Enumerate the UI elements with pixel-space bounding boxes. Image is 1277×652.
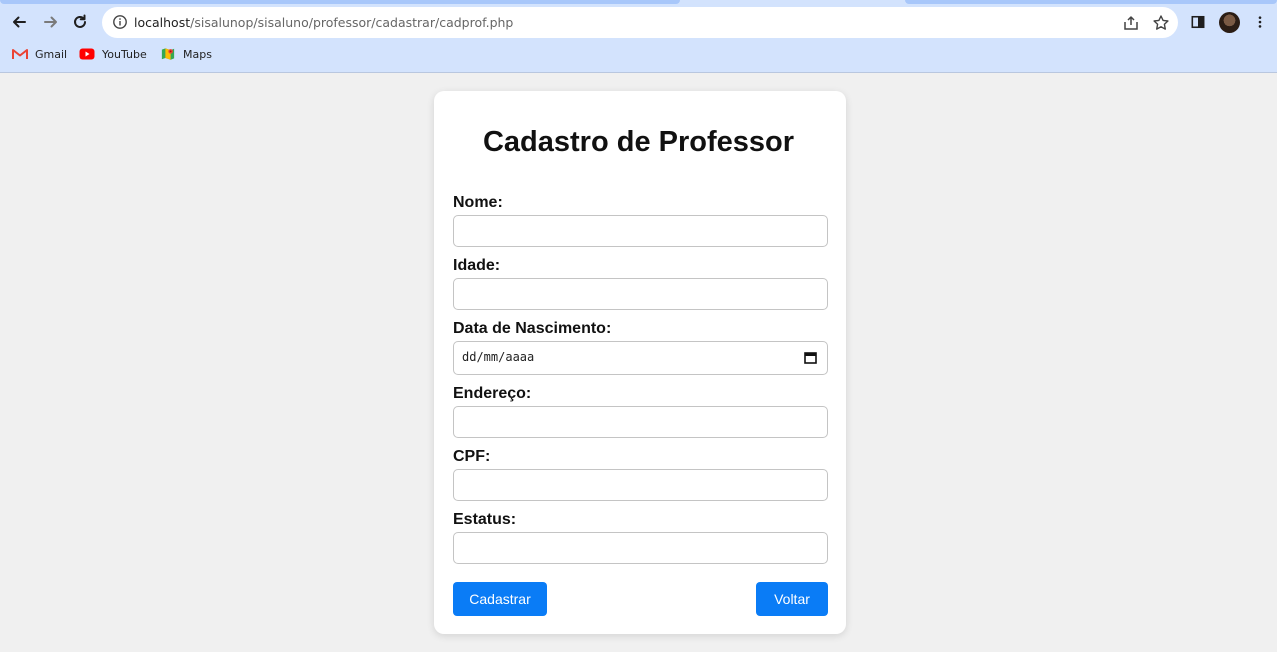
avatar: [1218, 11, 1240, 33]
bookmark-youtube[interactable]: YouTube: [79, 47, 147, 61]
calendar-icon[interactable]: [804, 351, 817, 364]
maps-icon: [161, 48, 175, 60]
endereco-input[interactable]: [453, 406, 828, 438]
bookmark-maps[interactable]: Maps: [160, 47, 212, 61]
estatus-input[interactable]: [453, 532, 828, 564]
nome-label: Nome:: [453, 194, 503, 211]
gmail-icon: [12, 49, 28, 59]
idade-label: Idade:: [453, 257, 501, 274]
estatus-label: Estatus:: [453, 511, 517, 528]
data-nascimento-input[interactable]: dd/mm/aaaa: [453, 341, 828, 375]
voltar-button[interactable]: Voltar: [756, 582, 828, 616]
tab-strip-edge: [905, 0, 1277, 4]
browser-toolbar: localhost/sisalunop/sisaluno/professor/c…: [0, 0, 1277, 73]
forward-button[interactable]: [40, 11, 62, 33]
arrow-left-icon: [13, 16, 26, 28]
bookmark-label: YouTube: [102, 47, 147, 61]
date-placeholder: dd/mm/aaaa: [462, 350, 535, 364]
menu-button[interactable]: [1249, 11, 1271, 33]
bookmark-label: Maps: [183, 47, 212, 61]
reload-icon: [74, 14, 86, 28]
reload-button[interactable]: [69, 11, 91, 33]
side-panel-icon: [1191, 15, 1205, 29]
bookmark-label: Gmail: [35, 47, 68, 61]
page-title: Cadastro de Professor: [482, 126, 795, 158]
nome-input[interactable]: [453, 215, 828, 247]
endereco-label: Endereço:: [453, 385, 532, 402]
back-button[interactable]: [8, 11, 30, 33]
arrow-right-icon: [44, 16, 57, 28]
more-vertical-icon: [1258, 16, 1262, 28]
cpf-input[interactable]: [453, 469, 828, 501]
share-icon[interactable]: [1122, 14, 1140, 32]
idade-input[interactable]: [453, 278, 828, 310]
url-path: /sisalunop/sisaluno/professor/cadastrar/…: [190, 15, 514, 30]
bookmark-gmail[interactable]: Gmail: [12, 47, 67, 61]
url-host: localhost: [134, 15, 191, 30]
url-text[interactable]: localhost/sisalunop/sisaluno/professor/c…: [134, 15, 513, 30]
cpf-label: CPF:: [453, 448, 491, 465]
bookmark-star-icon[interactable]: [1152, 14, 1170, 32]
profile-button[interactable]: [1218, 11, 1240, 33]
info-icon[interactable]: [112, 14, 128, 30]
address-bar[interactable]: localhost/sisalunop/sisaluno/professor/c…: [102, 7, 1178, 38]
cadastrar-button[interactable]: Cadastrar: [453, 582, 547, 616]
side-panel-button[interactable]: [1187, 11, 1209, 33]
tab-strip-edge: [0, 0, 680, 4]
youtube-icon: [79, 48, 95, 60]
bookmarks-bar: Gmail YouTube Maps: [0, 44, 1277, 66]
data-nascimento-label: Data de Nascimento:: [453, 320, 612, 337]
